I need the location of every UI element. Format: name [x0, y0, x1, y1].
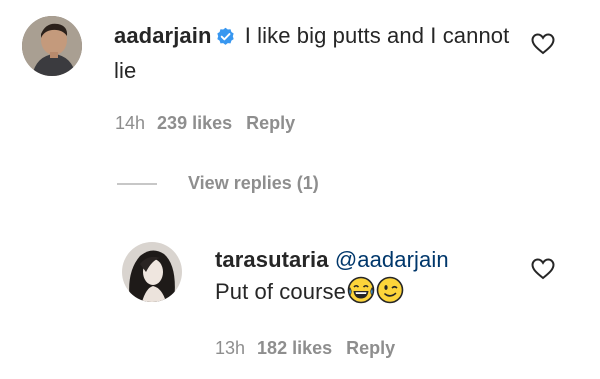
heart-outline-icon[interactable]	[531, 258, 557, 282]
verified-badge-icon	[216, 23, 235, 55]
view-replies-divider	[117, 183, 157, 185]
reply-text-block: tarasutaria @aadarjain Put of course	[215, 244, 515, 313]
comment-reply-button[interactable]: Reply	[246, 113, 295, 133]
comment-likes[interactable]: 239 likes	[157, 113, 232, 133]
reply-mention-link[interactable]: @aadarjain	[335, 247, 449, 272]
comment-username[interactable]: aadarjain	[114, 23, 212, 48]
avatar-aadarjain[interactable]	[22, 16, 82, 76]
reply-likes[interactable]: 182 likes	[257, 338, 332, 358]
comment-main: aadarjain I like big putts and I cannot …	[0, 0, 600, 150]
winking-face-emoji	[376, 276, 404, 313]
reply-username[interactable]: tarasutaria	[215, 247, 329, 272]
view-replies-button[interactable]: View replies (1)	[188, 173, 319, 194]
reply-time: 13h	[215, 338, 246, 358]
heart-outline-icon[interactable]	[531, 33, 557, 57]
comment-text-block: aadarjain I like big putts and I cannot …	[114, 20, 514, 87]
reply-text: Put of course	[215, 279, 346, 304]
laughing-tears-emoji	[347, 276, 375, 313]
comment-meta: 14h 239 likes Reply	[115, 113, 309, 134]
reply-meta: 13h 182 likes Reply	[215, 338, 409, 359]
comment-reply: tarasutaria @aadarjain Put of course 13h…	[0, 230, 600, 379]
avatar-tarasutaria[interactable]	[122, 242, 182, 302]
reply-reply-button[interactable]: Reply	[346, 338, 395, 358]
comment-time: 14h	[115, 113, 146, 133]
